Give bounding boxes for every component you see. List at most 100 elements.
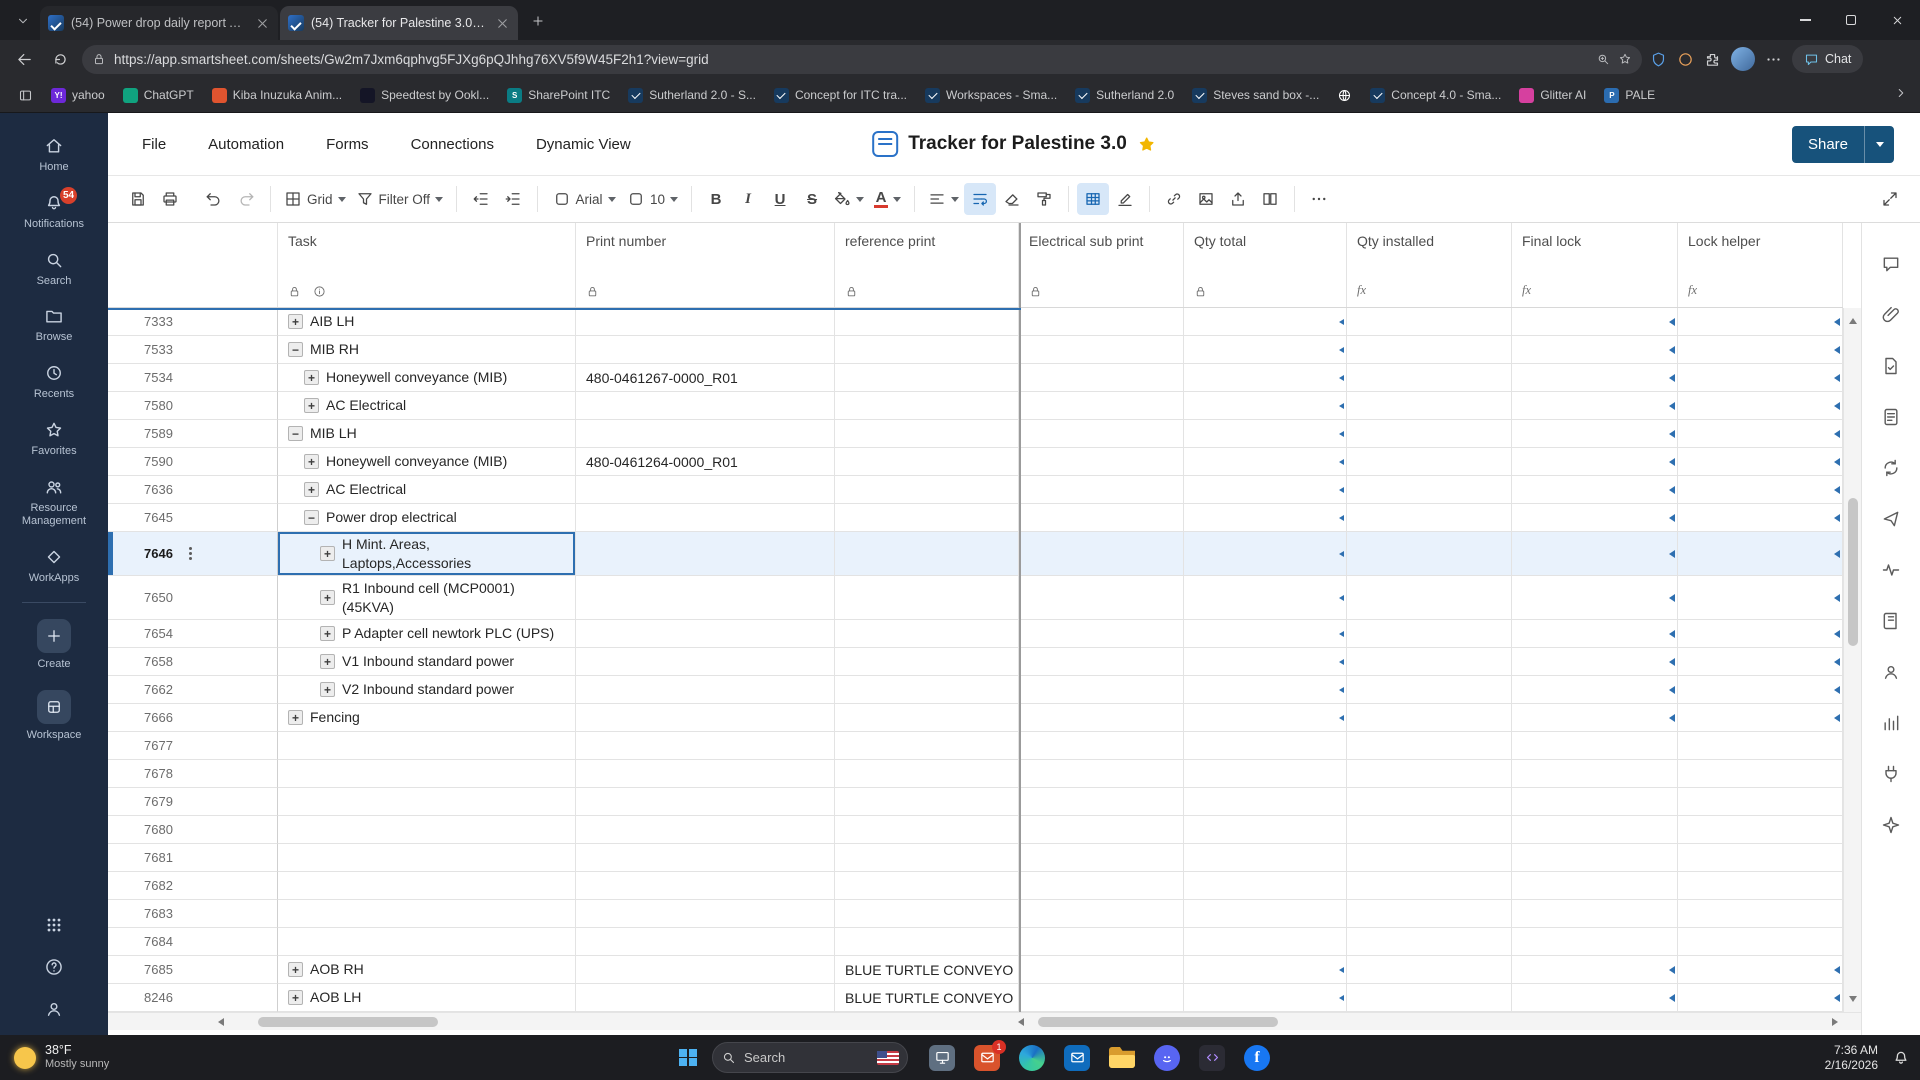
final-cell[interactable] — [1512, 956, 1678, 984]
row-number[interactable]: 7636 — [108, 476, 278, 504]
ref-cell[interactable] — [835, 704, 1019, 732]
conversations-button[interactable] — [1874, 247, 1908, 281]
elec-cell[interactable] — [1019, 788, 1184, 816]
connections-button[interactable] — [1874, 757, 1908, 791]
horizontal-scrollbar[interactable] — [108, 1012, 1861, 1030]
highlight-icon[interactable] — [1109, 183, 1141, 215]
bookmark-item[interactable]: Steves sand box -... — [1183, 84, 1328, 107]
h-scroll-thumb-frozen[interactable] — [258, 1017, 438, 1027]
final-cell[interactable] — [1512, 900, 1678, 928]
ref-cell[interactable] — [835, 900, 1019, 928]
scroll-down-arrow[interactable] — [1849, 996, 1857, 1006]
elec-cell[interactable] — [1019, 308, 1184, 336]
qtyt-cell[interactable] — [1184, 844, 1347, 872]
final-cell[interactable] — [1512, 476, 1678, 504]
lockh-cell[interactable] — [1678, 844, 1843, 872]
print-cell[interactable] — [576, 900, 835, 928]
elec-cell[interactable] — [1019, 532, 1184, 576]
lockh-cell[interactable] — [1678, 928, 1843, 956]
final-cell[interactable] — [1512, 532, 1678, 576]
ref-cell[interactable] — [835, 364, 1019, 392]
bookmark-item[interactable]: ChatGPT — [114, 84, 203, 107]
start-button[interactable] — [668, 1035, 708, 1080]
ref-cell[interactable] — [835, 676, 1019, 704]
charts-button[interactable] — [1874, 706, 1908, 740]
row-number[interactable]: 7658 — [108, 648, 278, 676]
ref-cell[interactable] — [835, 760, 1019, 788]
bookmark-item[interactable]: Concept for ITC tra... — [765, 84, 916, 107]
row-number[interactable]: 7677 — [108, 732, 278, 760]
qtyt-cell[interactable] — [1184, 900, 1347, 928]
print-cell[interactable] — [576, 928, 835, 956]
close-button[interactable] — [1874, 0, 1920, 40]
qtyt-cell[interactable] — [1184, 476, 1347, 504]
share-dropdown[interactable] — [1864, 125, 1894, 163]
ref-cell[interactable] — [835, 532, 1019, 576]
column-header-print-number[interactable]: Print number — [576, 223, 835, 307]
link-icon[interactable] — [1158, 183, 1190, 215]
task-cell[interactable]: − MIB LH — [278, 420, 576, 448]
bookmarks-overflow-button[interactable] — [1894, 86, 1908, 105]
final-cell[interactable] — [1512, 928, 1678, 956]
underline-icon[interactable]: U — [764, 183, 796, 215]
ref-cell[interactable] — [835, 576, 1019, 620]
row-number[interactable]: 7654 — [108, 620, 278, 648]
column-header-lock-helper[interactable]: Lock helper fx — [1678, 223, 1843, 307]
publish-button[interactable] — [1874, 502, 1908, 536]
bookmark-item[interactable]: S SharePoint ITC — [498, 84, 619, 107]
update-requests-button[interactable] — [1874, 451, 1908, 485]
qtyt-cell[interactable] — [1184, 984, 1347, 1012]
expand-sheet-button[interactable] — [1874, 183, 1906, 215]
profile-avatar[interactable] — [1731, 47, 1755, 71]
proofs-button[interactable] — [1874, 349, 1908, 383]
mail-app-icon[interactable]: 1 — [973, 1039, 1006, 1072]
row-number[interactable]: 7683 — [108, 900, 278, 928]
qtyt-cell[interactable] — [1184, 576, 1347, 620]
lockh-cell[interactable] — [1678, 732, 1843, 760]
sidebar-account-icon[interactable] — [44, 999, 64, 1019]
menu-item-file[interactable]: File — [142, 136, 166, 153]
final-cell[interactable] — [1512, 420, 1678, 448]
save-icon[interactable] — [122, 183, 154, 215]
expand-icon[interactable]: + — [320, 626, 335, 641]
ref-cell[interactable] — [835, 476, 1019, 504]
chat-button[interactable]: Chat — [1792, 45, 1864, 73]
lockh-cell[interactable] — [1678, 476, 1843, 504]
discord-icon[interactable] — [1153, 1044, 1181, 1072]
print-cell[interactable]: 480-0461264-0000_R01 — [576, 448, 835, 476]
image-icon[interactable] — [1190, 183, 1222, 215]
eraser-icon[interactable] — [996, 183, 1028, 215]
lockh-cell[interactable] — [1678, 420, 1843, 448]
menu-item-dynamic-view[interactable]: Dynamic View — [536, 136, 631, 153]
lockh-cell[interactable] — [1678, 676, 1843, 704]
print-cell[interactable] — [576, 956, 835, 984]
file-explorer-icon[interactable] — [1108, 1044, 1136, 1072]
forms-button[interactable] — [1874, 400, 1908, 434]
dev-app-icon[interactable] — [1198, 1044, 1226, 1072]
sidebar-help-icon[interactable] — [44, 957, 64, 977]
row-number[interactable]: 7534 — [108, 364, 278, 392]
task-cell[interactable]: + R1 Inbound cell (MCP0001) (45KVA) — [278, 576, 576, 620]
table-icon[interactable] — [1077, 183, 1110, 215]
row-number[interactable]: 7589 — [108, 420, 278, 448]
bold-icon[interactable]: B — [700, 183, 732, 215]
qtyt-cell[interactable] — [1184, 532, 1347, 576]
qtyi-cell[interactable] — [1347, 504, 1512, 532]
view-selector[interactable]: Grid — [279, 183, 351, 215]
print-cell[interactable] — [576, 732, 835, 760]
wrap-icon[interactable] — [964, 183, 997, 215]
row-number[interactable]: 7666 — [108, 704, 278, 732]
sidebar-item-search[interactable]: Search — [0, 241, 108, 298]
qtyt-cell[interactable] — [1184, 956, 1347, 984]
qtyt-cell[interactable] — [1184, 872, 1347, 900]
qtyi-cell[interactable] — [1347, 844, 1512, 872]
elec-cell[interactable] — [1019, 900, 1184, 928]
elec-cell[interactable] — [1019, 704, 1184, 732]
remote-desktop-icon[interactable] — [928, 1044, 956, 1072]
new-tab-button[interactable] — [524, 7, 552, 35]
menu-item-automation[interactable]: Automation — [208, 136, 284, 153]
create-tile[interactable] — [37, 618, 71, 653]
lockh-cell[interactable] — [1678, 392, 1843, 420]
ref-cell[interactable] — [835, 732, 1019, 760]
qtyi-cell[interactable] — [1347, 788, 1512, 816]
